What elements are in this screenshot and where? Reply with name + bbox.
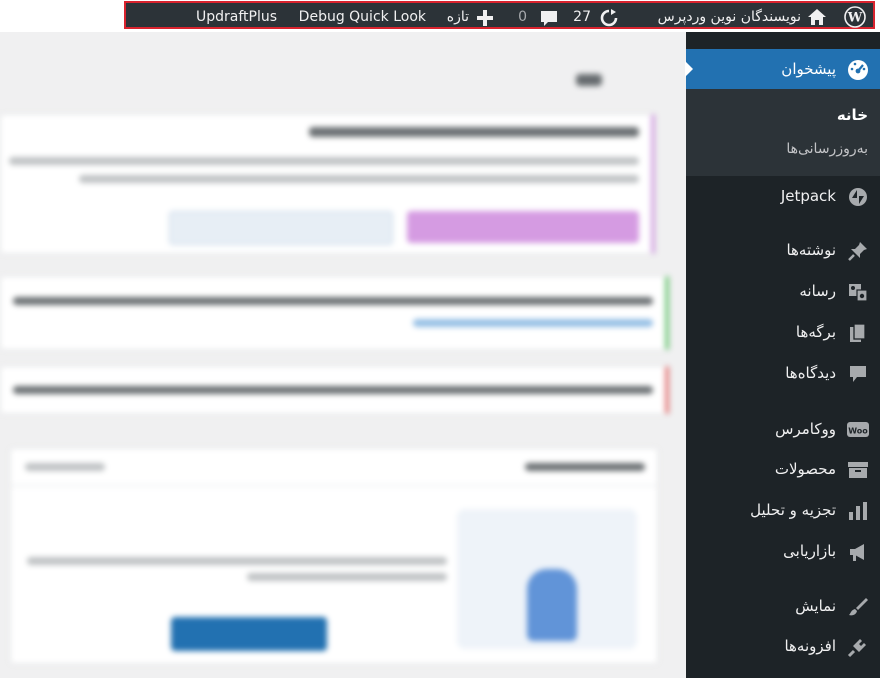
sidebar-item-label: دیدگاه‌ها [785, 364, 836, 382]
comment-icon[interactable] [539, 8, 559, 28]
widget-box [10, 448, 658, 664]
widget-button[interactable] [171, 617, 327, 651]
updates-count[interactable]: 27 [573, 3, 591, 31]
comment-icon [847, 363, 869, 385]
admin-sidebar: پیشخوان خانه به‌روزرسانی‌ها Jetpack نوشت… [685, 32, 880, 678]
sidebar-item-label: ووکامرس [775, 420, 836, 438]
chart-icon [847, 500, 869, 522]
sidebar-item-label: نمایش [795, 597, 836, 615]
sidebar-item-label: برگه‌ها [795, 323, 836, 341]
svg-text:Woo: Woo [848, 427, 868, 436]
sidebar-item-label: تجزیه و تحلیل [750, 501, 836, 519]
plus-icon[interactable] [475, 8, 495, 28]
svg-text:W: W [847, 11, 863, 26]
widget-illustration-figure [527, 569, 577, 641]
notice-secondary-button[interactable] [169, 211, 393, 245]
pages-icon [847, 322, 869, 344]
sidebar-item-woocommerce[interactable]: Woo ووکامرس [686, 409, 880, 449]
sidebar-item-label: محصولات [774, 460, 836, 478]
sidebar-item-comments[interactable]: دیدگاه‌ها [686, 353, 880, 393]
notice-card [0, 366, 669, 414]
sidebar-item-label: پیشخوان [781, 60, 836, 78]
new-content-link[interactable]: تازه [447, 3, 469, 31]
site-name-link[interactable]: نویسندگان نوین وردپرس [658, 3, 801, 31]
plugin-icon [847, 636, 869, 658]
sidebar-item-label: نوشته‌ها [786, 241, 836, 259]
notice-card [0, 114, 655, 254]
comments-count[interactable]: 0 [518, 3, 527, 31]
brush-icon [847, 596, 869, 618]
sidebar-item-media[interactable]: رسانه [686, 271, 880, 311]
sidebar-item-products[interactable]: محصولات [686, 449, 880, 489]
admin-bar-highlight: W نویسندگان نوین وردپرس 27 0 تازه Debug … [124, 1, 875, 29]
notice-primary-button[interactable] [407, 211, 639, 243]
submenu-item-home[interactable]: خانه [837, 106, 868, 124]
sidebar-item-marketing[interactable]: بازاریابی [686, 531, 880, 571]
sidebar-item-dashboard[interactable]: پیشخوان [685, 49, 880, 89]
jetpack-icon [847, 186, 869, 208]
sidebar-item-plugins[interactable]: افزونه‌ها [686, 626, 880, 666]
updates-icon[interactable] [599, 8, 619, 28]
wordpress-logo-icon[interactable]: W [844, 6, 866, 28]
media-icon [847, 281, 869, 303]
sidebar-item-label: رسانه [799, 282, 836, 300]
updraftplus-link[interactable]: UpdraftPlus [196, 3, 277, 31]
sidebar-item-label: بازاریابی [783, 542, 836, 560]
sidebar-item-label: Jetpack [780, 187, 836, 205]
megaphone-icon [847, 541, 869, 563]
sidebar-item-label: افزونه‌ها [784, 637, 836, 655]
sidebar-item-pages[interactable]: برگه‌ها [686, 312, 880, 352]
woo-icon: Woo [847, 419, 869, 441]
sidebar-item-appearance[interactable]: نمایش [686, 586, 880, 626]
dashboard-content [0, 32, 686, 678]
sidebar-item-analytics[interactable]: تجزیه و تحلیل [686, 490, 880, 530]
dashboard-icon [847, 59, 869, 81]
submenu-item-updates[interactable]: به‌روزرسانی‌ها [786, 141, 868, 157]
sidebar-item-jetpack[interactable]: Jetpack [686, 176, 880, 216]
dashboard-submenu: خانه به‌روزرسانی‌ها [686, 89, 880, 176]
debug-quick-look-link[interactable]: Debug Quick Look [299, 3, 426, 31]
page-title [576, 74, 602, 86]
notice-card [0, 276, 669, 350]
archive-icon [847, 459, 869, 481]
admin-bar: W نویسندگان نوین وردپرس 27 0 تازه Debug … [0, 0, 880, 32]
blurred-content [0, 32, 686, 678]
home-icon[interactable] [807, 7, 827, 27]
pin-icon [847, 240, 869, 262]
sidebar-item-posts[interactable]: نوشته‌ها [686, 230, 880, 270]
